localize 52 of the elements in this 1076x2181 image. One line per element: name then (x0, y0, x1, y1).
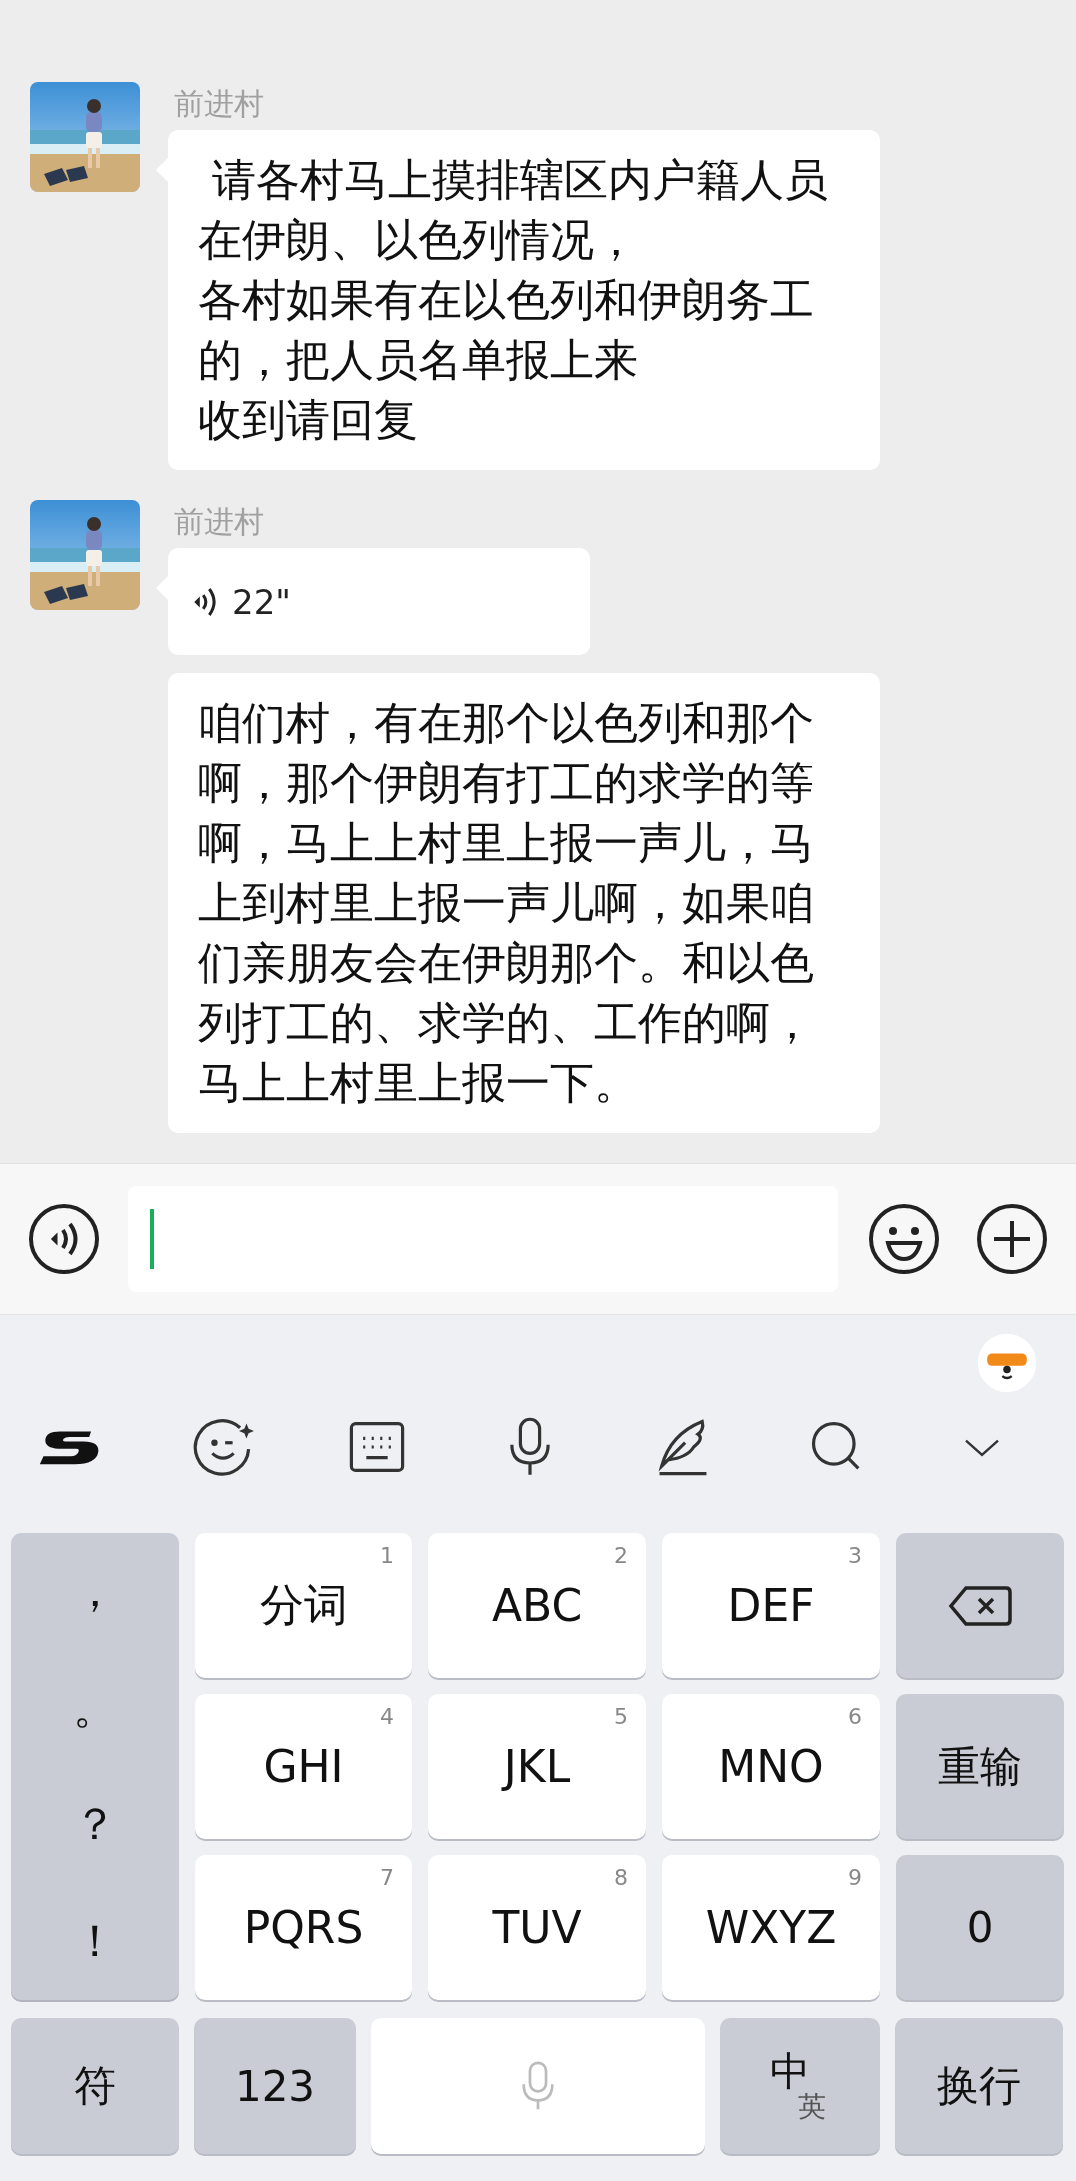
symbol-key[interactable]: 。 (11, 1658, 179, 1759)
function-key[interactable]: 0 (896, 1855, 1064, 2000)
key-digit: 8 (614, 1865, 628, 1890)
letter-key[interactable]: ABC 2 (428, 1533, 646, 1678)
message-text: 咱们村，有在那个以色列和那个啊，那个伊朗有打工的求学的等啊，马上上村里上报一声儿，马上到村里上报一声儿啊，如果咱们亲朋友会在伊朗那个。和以色列打工的、求学的、工作的啊，马上上村里上报一下。 (198, 696, 815, 1110)
function-key[interactable]: 123 (194, 2018, 356, 2154)
key-label: ABC (491, 1580, 583, 1631)
symbol-key[interactable]: ！ (11, 1891, 179, 1992)
key-label: GHI (263, 1741, 344, 1792)
key-label: MNO (718, 1741, 824, 1792)
voice-duration: 22" (232, 581, 291, 622)
letter-key[interactable]: JKL 5 (428, 1694, 646, 1839)
function-key[interactable]: 重输 (896, 1694, 1064, 1839)
function-key[interactable]: 符 (11, 2018, 179, 2154)
letter-key[interactable]: PQRS 7 (195, 1855, 412, 2000)
key-label: DEF (727, 1580, 815, 1631)
key-digit: 1 (380, 1543, 394, 1568)
key-label: JKL (503, 1741, 571, 1792)
emoji-icon[interactable] (868, 1203, 940, 1275)
microphone-icon (520, 2061, 556, 2111)
key-digit: 2 (614, 1543, 628, 1568)
key-digit: 6 (848, 1704, 862, 1729)
language-key[interactable]: 中 英 (720, 2018, 880, 2154)
sender-name: 前进村 (174, 503, 264, 541)
delete-key[interactable] (896, 1533, 1064, 1678)
message-text: 请各村马上摸排辖区内户籍人员在伊朗、以色列情况， (198, 153, 829, 267)
letter-key[interactable]: GHI 4 (195, 1694, 412, 1839)
letter-key[interactable]: 分词 1 (195, 1533, 412, 1678)
key-digit: 4 (380, 1704, 394, 1729)
function-key[interactable]: 换行 (895, 2018, 1063, 2154)
message-input-field[interactable] (128, 1186, 838, 1292)
key-label: 分词 (259, 1578, 348, 1632)
voice-icon[interactable] (28, 1203, 100, 1275)
key-label: TUV (492, 1902, 582, 1953)
key-digit: 3 (848, 1543, 862, 1568)
letter-key[interactable]: WXYZ 9 (662, 1855, 880, 2000)
key-digit: 7 (380, 1865, 394, 1890)
letter-key[interactable]: DEF 3 (662, 1533, 880, 1678)
message-text: 收到请回复 (198, 393, 419, 447)
sender-name: 前进村 (174, 85, 264, 123)
letter-key[interactable]: MNO 6 (662, 1694, 880, 1839)
key-digit: 9 (848, 1865, 862, 1890)
letter-key[interactable]: TUV 8 (428, 1855, 646, 2000)
key-label: WXYZ (705, 1902, 837, 1953)
key-digit: 5 (614, 1704, 628, 1729)
symbol-key[interactable]: ？ (11, 1774, 179, 1875)
symbol-key[interactable]: ， (11, 1541, 179, 1642)
voice-message[interactable]: 22" (168, 548, 590, 655)
message-text: 各村如果有在以色列和伊朗务工的，把人员名单报上来 (198, 273, 815, 387)
backspace-icon (948, 1583, 1012, 1628)
key-label: PQRS (243, 1902, 364, 1953)
plus-icon[interactable] (976, 1203, 1048, 1275)
